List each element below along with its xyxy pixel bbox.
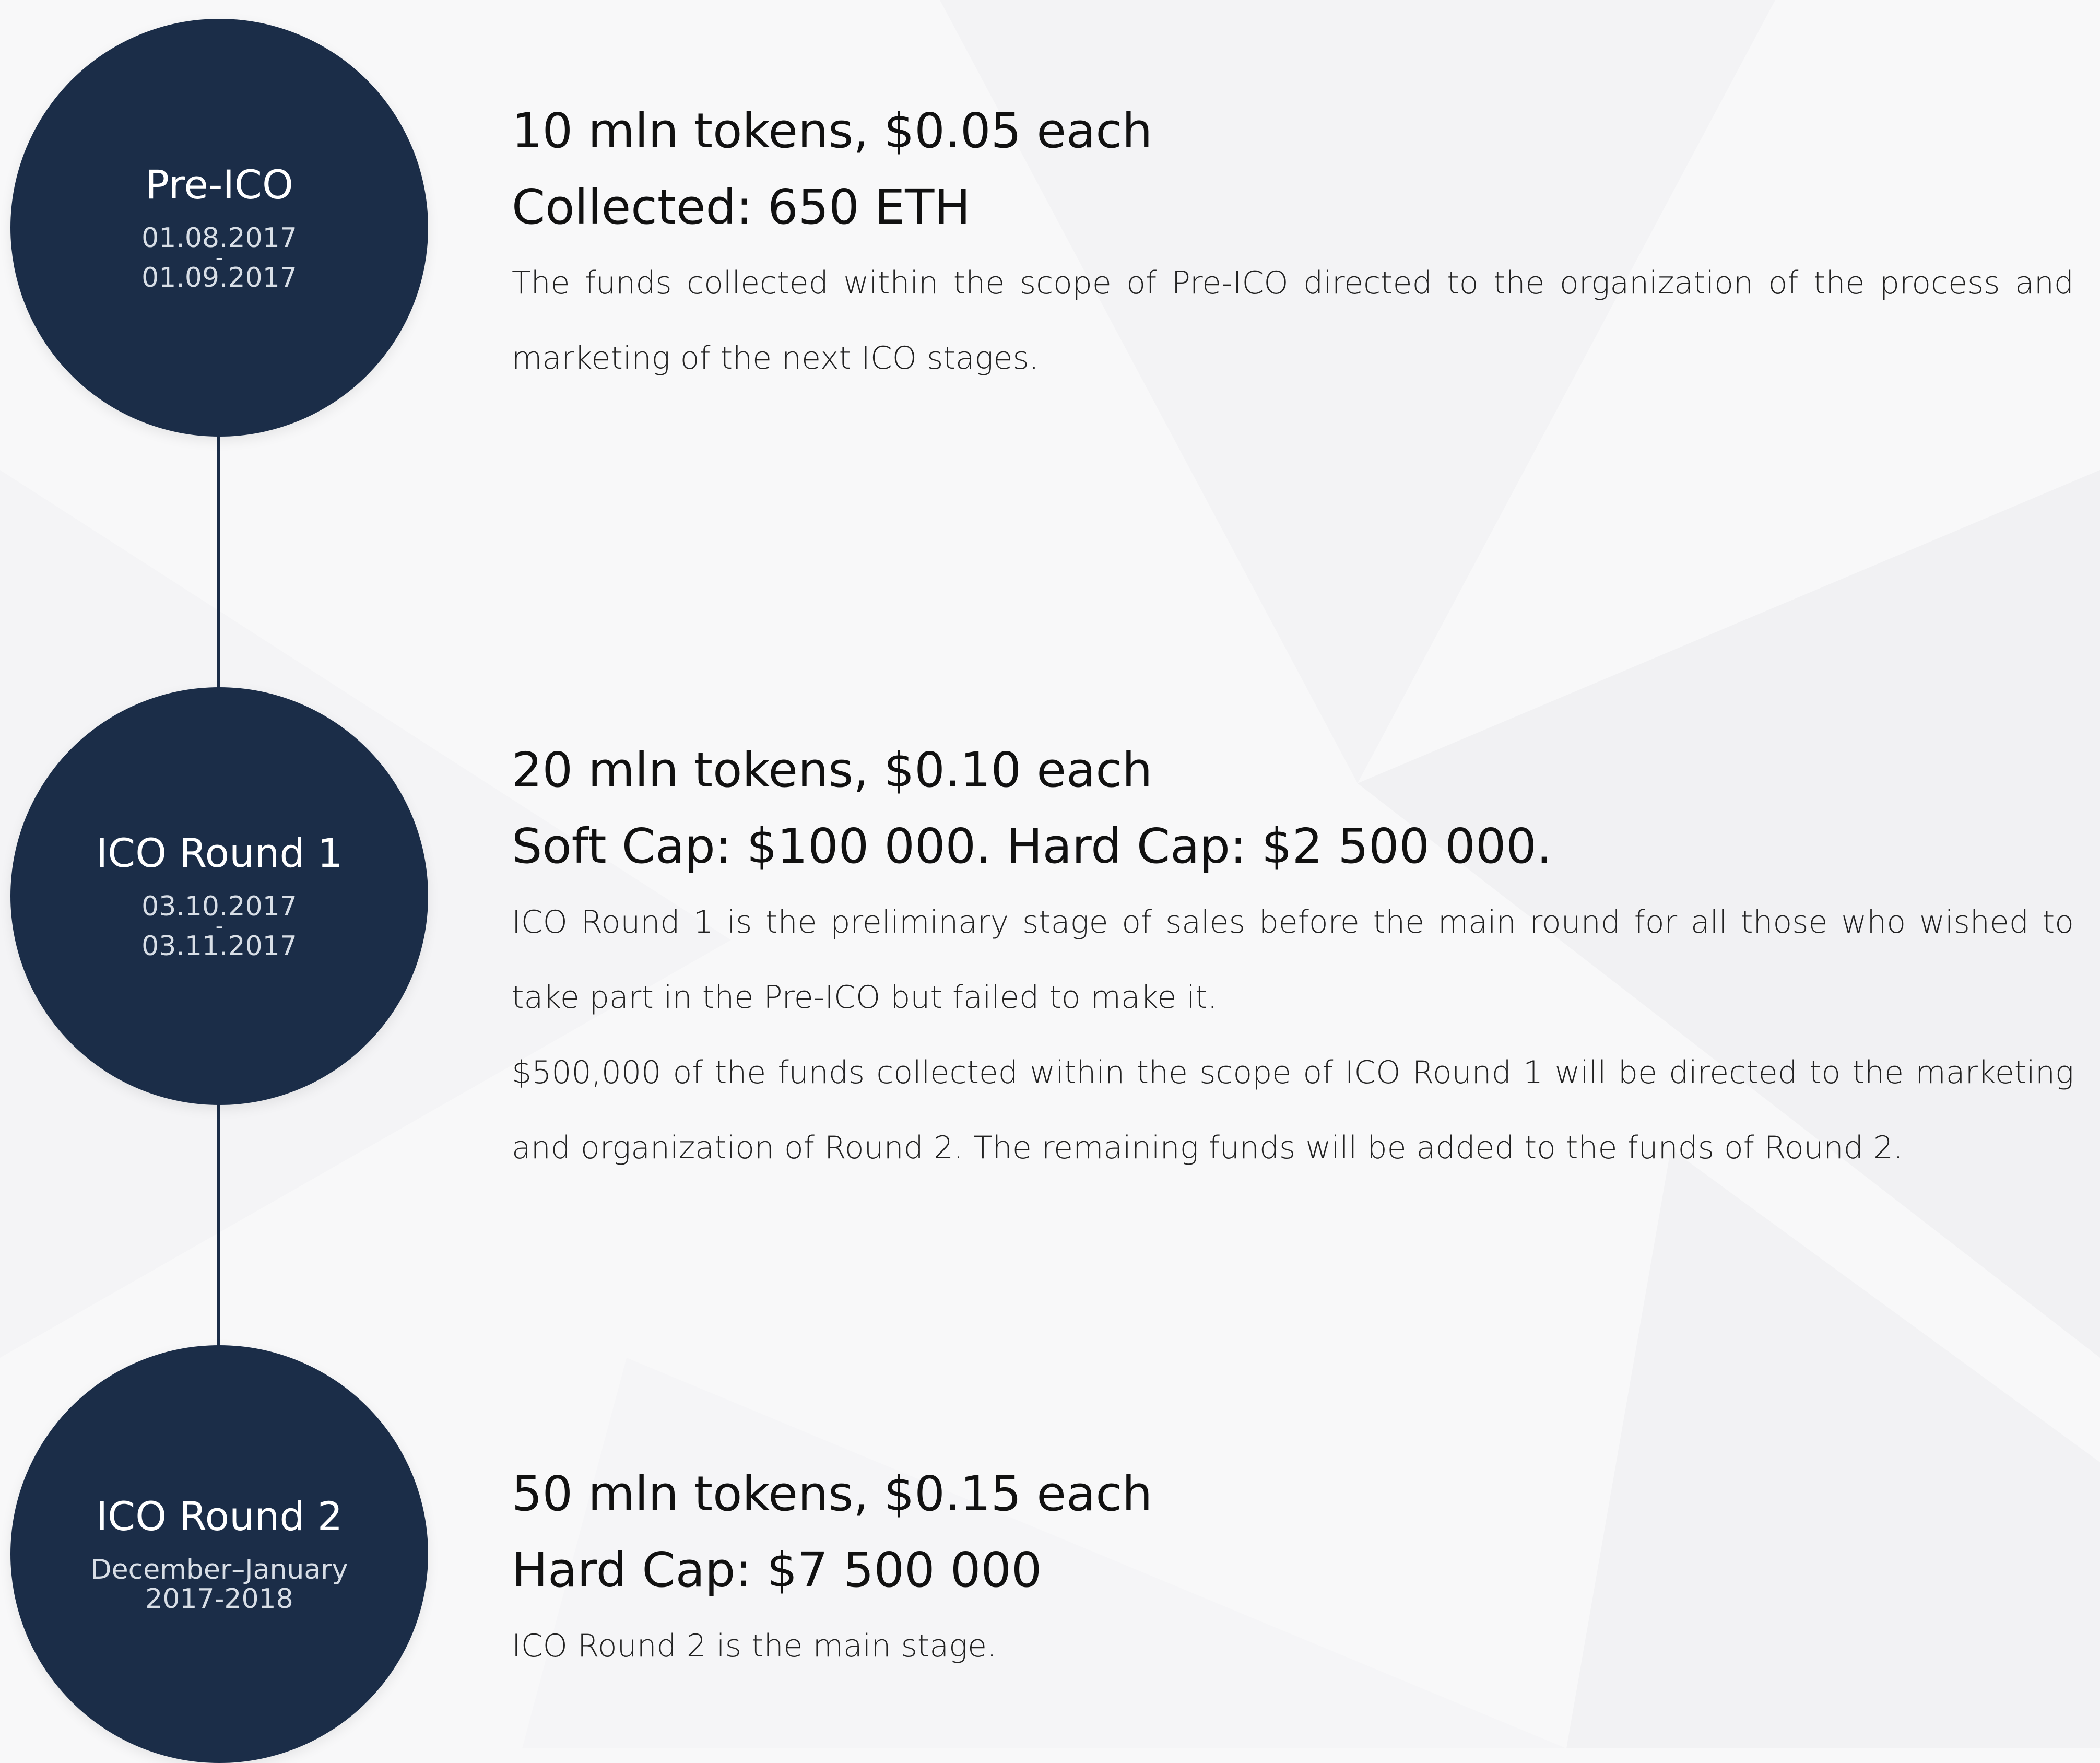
stage-description: The funds collected within the scope of … xyxy=(512,265,2074,377)
stage-date-separator: - xyxy=(215,914,223,938)
stage-content-ico-round-2: 50 mln tokens, $0.15 each Hard Cap: $7 5… xyxy=(512,1456,2074,1684)
stage-circle-ico-round-1: ICO Round 1 03.10.2017 - 03.11.2017 xyxy=(10,687,428,1105)
stage-token-offer: 50 mln tokens, $0.15 each xyxy=(512,1466,1153,1522)
stage-title: ICO Round 1 xyxy=(96,830,343,877)
stage-caps: Soft Cap: $100 000. Hard Cap: $2 500 000… xyxy=(512,818,1552,874)
timeline-connector xyxy=(217,428,220,700)
stage-date-separator: - xyxy=(215,245,223,270)
stage-date-start: 01.08.2017 xyxy=(141,222,297,254)
stage-description: ICO Round 1 is the preliminary stage of … xyxy=(512,904,2074,1016)
stage-title: ICO Round 2 xyxy=(96,1493,343,1540)
ico-timeline: Pre-ICO 01.08.2017 - 01.09.2017 10 mln t… xyxy=(0,0,2100,1763)
timeline-connector xyxy=(217,1097,220,1358)
stage-token-offer: 10 mln tokens, $0.05 each xyxy=(512,103,1153,159)
stage-hard-cap: Hard Cap: $7 500 000 xyxy=(512,1542,1042,1598)
stage-date-end: 03.11.2017 xyxy=(141,930,297,962)
stage-date-start: 03.10.2017 xyxy=(141,890,297,922)
stage-date-end: 01.09.2017 xyxy=(141,262,297,293)
stage-circle-pre-ico: Pre-ICO 01.08.2017 - 01.09.2017 xyxy=(10,19,428,437)
stage-description: ICO Round 2 is the main stage. xyxy=(512,1628,997,1664)
stage-title: Pre-ICO xyxy=(145,161,293,208)
stage-token-offer: 20 mln tokens, $0.10 each xyxy=(512,742,1153,798)
stage-content-ico-round-1: 20 mln tokens, $0.10 each Soft Cap: $100… xyxy=(512,732,2074,1185)
stage-content-pre-ico: 10 mln tokens, $0.05 each Collected: 650… xyxy=(512,93,2074,396)
stage-description: $500,000 of the funds collected within t… xyxy=(512,1054,2074,1166)
stage-date-end: 2017-2018 xyxy=(145,1583,293,1615)
stage-collected: Collected: 650 ETH xyxy=(512,179,971,235)
stage-date-start: December–January xyxy=(90,1554,348,1585)
stage-circle-ico-round-2: ICO Round 2 December–January 2017-2018 xyxy=(10,1345,428,1763)
